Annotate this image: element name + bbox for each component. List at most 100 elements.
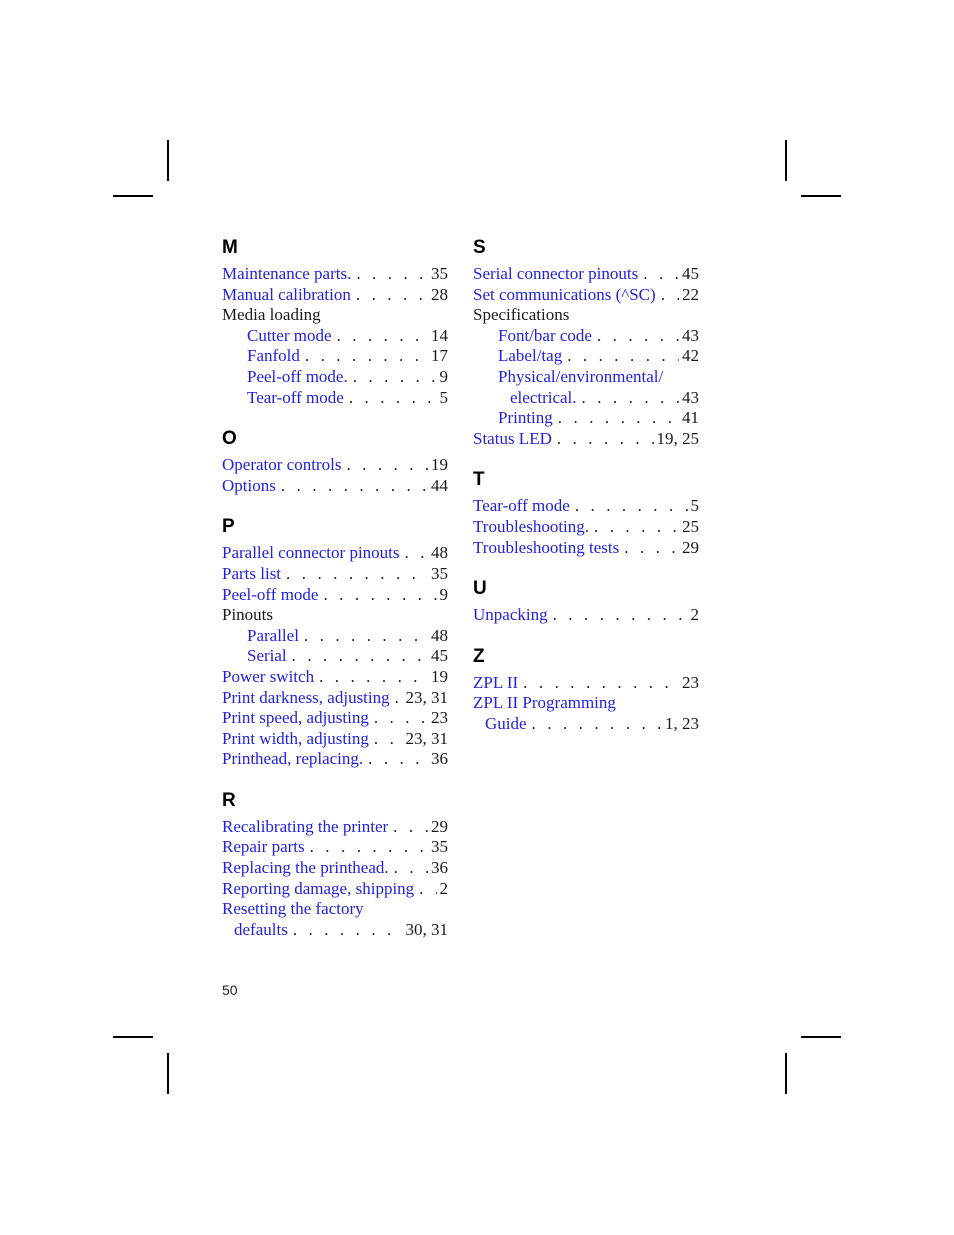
index-entry[interactable]: Peel-off mode 9 bbox=[222, 585, 448, 606]
index-group-heading[interactable]: ZPL II Programming bbox=[473, 693, 699, 714]
index-entry[interactable]: Power switch 19 bbox=[222, 667, 448, 688]
index-entry-page-number: 1, 23 bbox=[665, 713, 699, 733]
index-entry-page-number: 29 bbox=[431, 816, 448, 836]
index-entry-page-number: 44 bbox=[431, 475, 448, 495]
index-entry-page-number: 42 bbox=[682, 346, 699, 366]
index-section: T Tear-off mode5Troubleshooting.25Trouble… bbox=[473, 470, 699, 558]
index-entry-label: Reporting damage, shipping bbox=[222, 878, 415, 898]
index-entry-label: Power switch bbox=[222, 666, 315, 686]
index-entry[interactable]: Serial connector pinouts 45 bbox=[473, 264, 699, 285]
index-entry[interactable]: Set communications (^SC) 22 bbox=[473, 285, 699, 306]
crop-mark-top-left-horizontal bbox=[113, 195, 153, 197]
index-entry-page-number: 43 bbox=[682, 325, 699, 345]
index-entry[interactable]: ZPL II 23 bbox=[473, 673, 699, 694]
dot-leader bbox=[304, 626, 428, 647]
dot-leader bbox=[395, 688, 403, 709]
index-entry[interactable]: Manual calibration 28 bbox=[222, 285, 448, 306]
dot-leader bbox=[353, 367, 437, 388]
index-entry-page-number: 25 bbox=[682, 516, 699, 536]
index-entry[interactable]: Replacing the printhead. 36 bbox=[222, 858, 448, 879]
index-group-heading[interactable]: Resetting the factory bbox=[222, 899, 448, 920]
index-entry[interactable]: Troubleshooting. 25 bbox=[473, 517, 699, 538]
index-entry-label: ZPL II Programming bbox=[473, 693, 616, 713]
index-entry[interactable]: Tear-off mode 5 bbox=[473, 496, 699, 517]
index-group-heading[interactable]: Physical/environmental/ bbox=[473, 367, 699, 388]
index-entry[interactable]: Options 44 bbox=[222, 476, 448, 497]
index-entry[interactable]: Repair parts 35 bbox=[222, 837, 448, 858]
index-entry-label: Manual calibration bbox=[222, 284, 351, 304]
index-entry[interactable]: Reporting damage, shipping 2 bbox=[222, 879, 448, 900]
index-entry[interactable]: Font/bar code 43 bbox=[473, 326, 699, 347]
dot-leader bbox=[553, 605, 688, 626]
index-entry-page-number: 23 bbox=[682, 672, 699, 692]
index-entry[interactable]: Tear-off mode 5 bbox=[222, 388, 448, 409]
index-entry-label: Peel-off mode. bbox=[247, 366, 348, 386]
index-entry-page-number: 19 bbox=[431, 455, 448, 475]
index-entry-label: Printhead, replacing. bbox=[222, 749, 364, 769]
index-entry-label: Print darkness, adjusting bbox=[222, 687, 390, 707]
index-entry-label: Operator controls bbox=[222, 455, 342, 475]
section-letter-heading: R bbox=[222, 789, 237, 811]
crop-mark-top-right-horizontal bbox=[801, 195, 841, 197]
index-entry[interactable]: Guide 1, 23 bbox=[473, 714, 699, 735]
index-section: Z ZPL II 23 ZPL II ProgrammingGuide 1, 23 bbox=[473, 647, 699, 735]
index-page: M Maintenance parts. 35 Manual calibration 2… bbox=[0, 0, 954, 1235]
section-letter-heading: U bbox=[473, 578, 488, 600]
index-entry-label: Pinouts bbox=[222, 605, 274, 625]
dot-leader bbox=[319, 667, 428, 688]
index-entry-page-number: 45 bbox=[682, 264, 699, 283]
crop-mark-top-left-vertical bbox=[167, 140, 169, 181]
index-entry-page-number: 9 bbox=[439, 584, 449, 604]
index-entry-page-number: 22 bbox=[682, 284, 699, 304]
dot-leader bbox=[661, 285, 679, 306]
dot-leader bbox=[293, 920, 403, 941]
index-entry[interactable]: Print width, adjusting 23, 31 bbox=[222, 729, 448, 750]
index-entry-label: Print speed, adjusting bbox=[222, 708, 369, 728]
index-entry[interactable]: Troubleshooting tests 29 bbox=[473, 538, 699, 559]
dot-leader bbox=[405, 543, 428, 564]
section-letter-heading: T bbox=[473, 469, 486, 491]
index-entry-label: Troubleshooting tests bbox=[473, 537, 620, 557]
index-entry-page-number: 43 bbox=[682, 387, 699, 407]
index-entry[interactable]: Operator controls 19 bbox=[222, 455, 448, 476]
dot-leader bbox=[356, 264, 428, 285]
index-entry-label: Tear-off mode bbox=[473, 496, 570, 516]
index-entry[interactable]: Maintenance parts. 35 bbox=[222, 264, 448, 285]
index-entry[interactable]: Fanfold 17 bbox=[222, 346, 448, 367]
index-entry-label: Unpacking bbox=[473, 605, 548, 625]
index-entry-label: Serial bbox=[247, 646, 287, 666]
index-entry-label: Replacing the printhead. bbox=[222, 858, 389, 878]
index-entry[interactable]: Printhead, replacing. 36 bbox=[222, 749, 448, 770]
section-letter-heading: Z bbox=[473, 645, 486, 667]
index-group-heading: Media loading bbox=[222, 305, 448, 326]
index-entry[interactable]: Status LED 19, 25 bbox=[473, 429, 699, 450]
dot-leader bbox=[310, 837, 428, 858]
index-entry[interactable]: Parts list 35 bbox=[222, 564, 448, 585]
index-entry[interactable]: Label/tag 42 bbox=[473, 346, 699, 367]
dot-leader bbox=[337, 326, 428, 347]
index-entry-label: defaults bbox=[234, 919, 288, 939]
index-entry-label: Media loading bbox=[222, 305, 321, 325]
dot-leader bbox=[292, 646, 428, 667]
index-entry[interactable]: Print speed, adjusting 23 bbox=[222, 708, 448, 729]
index-entry[interactable]: Parallel 48 bbox=[222, 626, 448, 647]
index-entry[interactable]: Print darkness, adjusting 23, 31 bbox=[222, 688, 448, 709]
dot-leader bbox=[394, 858, 428, 879]
index-section: S Serial connector pinouts 45 Set communica… bbox=[473, 238, 699, 449]
index-entry[interactable]: Unpacking 2 bbox=[473, 605, 699, 626]
index-entry[interactable]: Cutter mode 14 bbox=[222, 326, 448, 347]
section-letter-heading: S bbox=[473, 237, 487, 258]
page-number: 50 bbox=[222, 982, 238, 998]
index-entry[interactable]: Parallel connector pinouts 48 bbox=[222, 543, 448, 564]
dot-leader bbox=[567, 346, 679, 367]
index-entry[interactable]: Printing 41 bbox=[473, 408, 699, 429]
index-entry[interactable]: Serial 45 bbox=[222, 646, 448, 667]
index-entry[interactable]: Recalibrating the printer 29 bbox=[222, 817, 448, 838]
index-entry[interactable]: Peel-off mode. 9 bbox=[222, 367, 448, 388]
index-section: O Operator controls 19 Options 44 bbox=[222, 429, 448, 496]
index-entry-page-number: 2 bbox=[690, 605, 700, 625]
index-entry[interactable]: defaults 30, 31 bbox=[222, 920, 448, 941]
index-entry[interactable]: electrical. 43 bbox=[473, 388, 699, 409]
dot-leader bbox=[419, 879, 436, 900]
index-group-heading: Specifications bbox=[473, 305, 699, 326]
